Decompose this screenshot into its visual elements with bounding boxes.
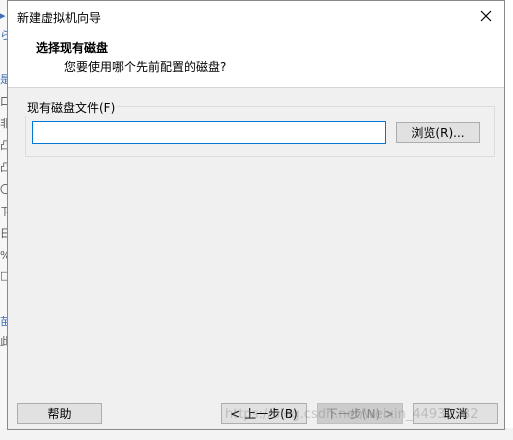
existing-disk-label: 现有磁盘文件(F): [25, 99, 118, 116]
wizard-header: 选择现有磁盘 您要使用哪个先前配置的磁盘?: [8, 31, 504, 88]
close-icon: [480, 10, 492, 22]
browse-button[interactable]: 浏览(R)...: [396, 122, 480, 143]
page-subtitle: 您要使用哪个先前配置的磁盘?: [64, 60, 227, 74]
cancel-button[interactable]: 取消: [413, 403, 498, 424]
disk-file-input[interactable]: [32, 121, 386, 144]
close-button[interactable]: [472, 3, 500, 29]
page-title: 选择现有磁盘: [36, 41, 109, 55]
help-button[interactable]: 帮助: [17, 403, 102, 424]
title-bar: 新建虚拟机向导: [8, 1, 504, 31]
next-button[interactable]: 下一步(N) >: [317, 403, 403, 424]
new-vm-wizard-dialog: 新建虚拟机向导 选择现有磁盘 您要使用哪个先前配置的磁盘? 现有磁盘文件(F) …: [7, 0, 505, 430]
back-button[interactable]: < 上一步(B): [221, 403, 307, 424]
window-title: 新建虚拟机向导: [17, 11, 102, 25]
